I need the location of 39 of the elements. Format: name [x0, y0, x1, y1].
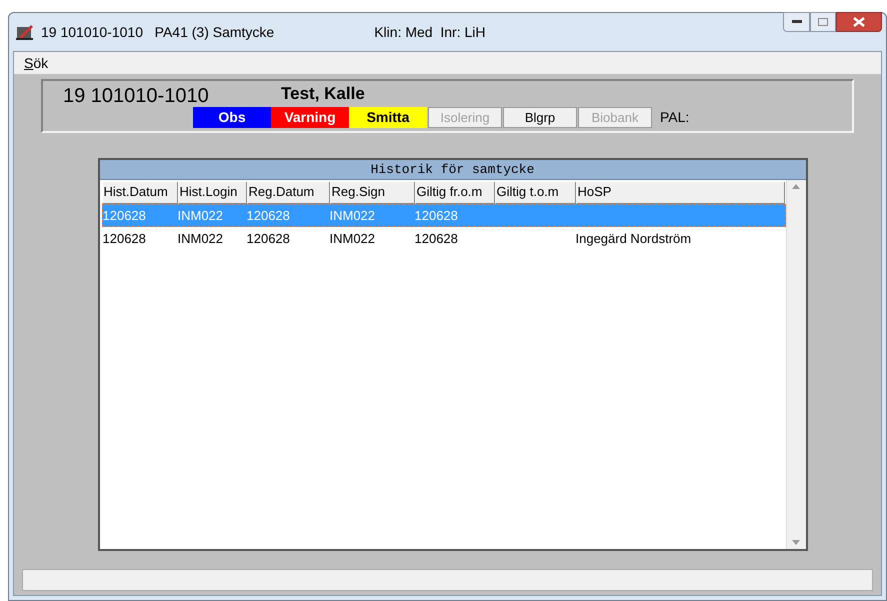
- menu-item[interactable]: Sök: [24, 52, 48, 74]
- table-cell: 120628: [102, 208, 146, 223]
- status-flag: Obs: [193, 107, 271, 128]
- column-header[interactable]: Giltig fr.o.m: [414, 182, 494, 204]
- window-title: 19 101010-1010 PA41 (3) Samtycke: [41, 22, 274, 42]
- table-row[interactable]: 120628 INM022 120628 INM022 120628 Ingegärd Nordström: [102, 227, 786, 250]
- table-cell: INM022: [178, 208, 224, 223]
- patient-name: Test, Kalle: [281, 83, 365, 105]
- table-title: Historik för samtycke: [100, 160, 806, 180]
- column-header[interactable]: Reg.Datum: [246, 182, 330, 204]
- status-flag: Smitta: [349, 107, 427, 128]
- table-cell: 120628: [102, 230, 146, 246]
- window-info: Klin: Med Inr: LiH: [374, 22, 486, 42]
- column-header[interactable]: Hist.Login: [178, 182, 246, 204]
- flag-button[interactable]: Blgrp: [503, 107, 577, 128]
- column-header[interactable]: Giltig t.o.m: [494, 182, 576, 204]
- table-cell: 120628: [246, 208, 290, 223]
- scroll-down-icon[interactable]: [792, 540, 800, 545]
- minimize-button[interactable]: [783, 12, 810, 32]
- close-button[interactable]: [836, 12, 882, 32]
- table-cell: Ingegärd Nordström: [576, 230, 692, 246]
- patient-id: 19 101010-1010: [63, 84, 209, 109]
- status-flag: Varning: [271, 107, 349, 128]
- maximize-icon: [818, 18, 828, 26]
- minimize-icon: [792, 20, 802, 24]
- pal-label: PAL:: [660, 108, 690, 127]
- table-cell: INM022: [330, 208, 376, 223]
- table-cell: 120628: [246, 230, 290, 246]
- column-header[interactable]: Hist.Datum: [102, 182, 178, 204]
- scroll-up-icon[interactable]: [792, 184, 800, 189]
- column-header[interactable]: HoSP: [576, 182, 784, 204]
- table-cell: INM022: [178, 230, 224, 246]
- scrollbar[interactable]: [786, 180, 806, 549]
- column-header[interactable]: Reg.Sign: [330, 182, 414, 204]
- app-icon: [15, 23, 35, 41]
- table-cell: 120628: [414, 230, 458, 246]
- table-cell: 120628: [414, 208, 458, 223]
- table-cell: INM022: [330, 230, 376, 246]
- close-icon: [853, 17, 865, 27]
